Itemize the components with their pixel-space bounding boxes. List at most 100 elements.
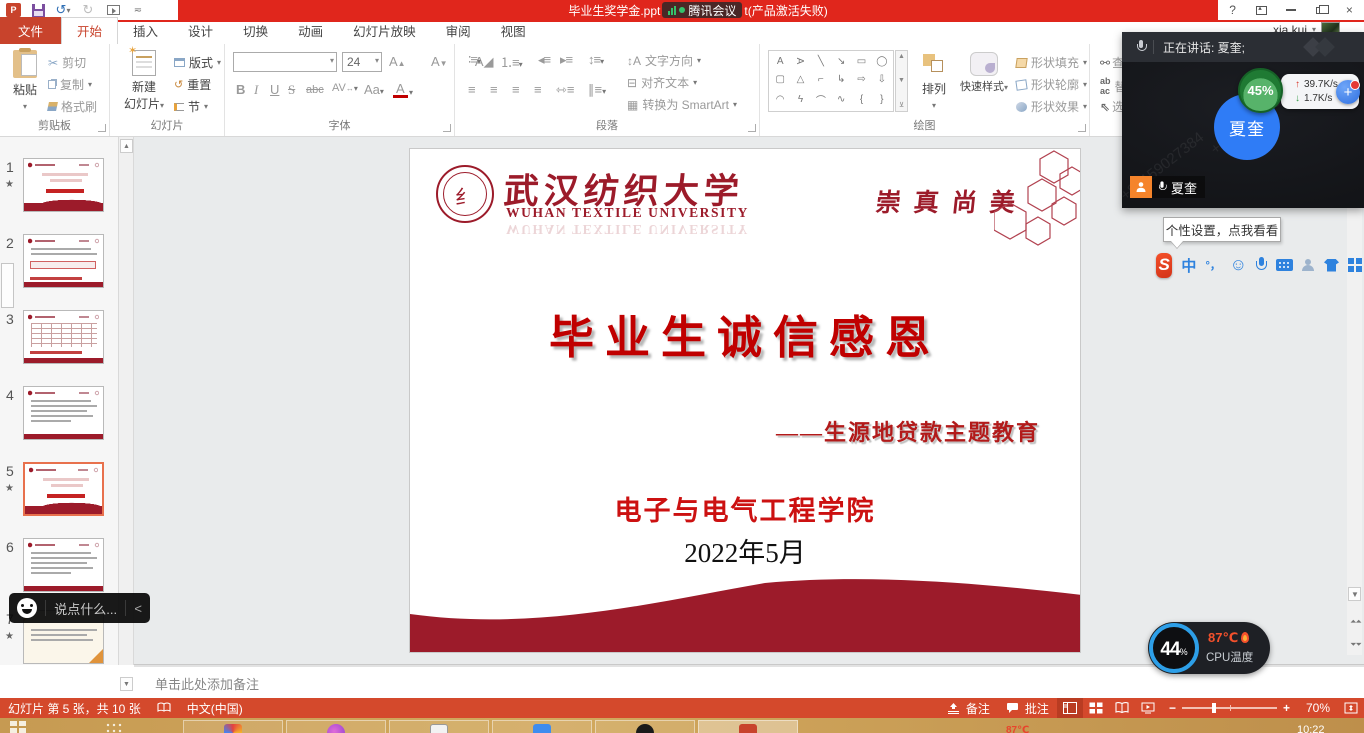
shape-fill-button[interactable]: 形状填充▾ — [1016, 54, 1087, 71]
taskbar-search-icon[interactable] — [105, 722, 123, 733]
shape-line[interactable]: ╲ — [811, 52, 831, 70]
minimize-button[interactable] — [1276, 0, 1305, 20]
help-button[interactable]: ? — [1218, 0, 1247, 20]
ime-toolbox-icon[interactable] — [1348, 255, 1362, 275]
numbering-button[interactable]: ⒈≡▾ — [497, 52, 525, 71]
shape-outline-button[interactable]: 形状轮廓▾ — [1016, 76, 1087, 93]
shape-right-brace[interactable]: } — [872, 88, 892, 110]
slide-thumbnail-3[interactable] — [23, 310, 104, 364]
slide-date[interactable]: 2022年5月 — [410, 531, 1080, 570]
align-left-button[interactable]: ≡ — [465, 82, 479, 97]
ime-keyboard-icon[interactable] — [1276, 255, 1293, 275]
taskbar-app-5[interactable] — [595, 720, 695, 733]
ime-typing-stats-icon[interactable] — [1302, 255, 1315, 275]
view-slideshow-button[interactable] — [1135, 698, 1161, 718]
justify-button[interactable]: ≡ — [531, 82, 545, 97]
copy-button[interactable]: 复制▾ — [48, 76, 92, 93]
language-indicator[interactable]: 中文(中国) — [179, 698, 251, 718]
shape-down-arrow[interactable]: ⇩ — [872, 70, 892, 88]
font-color-caret[interactable]: ▾ — [409, 88, 413, 97]
ime-emoji-icon[interactable]: ☺ — [1230, 255, 1247, 275]
align-center-button[interactable]: ≡ — [487, 82, 501, 97]
shape-arrow[interactable]: ↘ — [831, 52, 851, 70]
tab-开始[interactable]: 开始 — [61, 17, 118, 44]
fit-to-window-button[interactable] — [1338, 698, 1364, 718]
taskbar-clock[interactable]: 10:22 — [1297, 724, 1325, 733]
slide-canvas[interactable]: 武汉纺织大学 WUHAN TEXTILE UNIVERSITY WUHAN TE… — [409, 148, 1081, 653]
view-normal-button[interactable] — [1057, 698, 1083, 718]
shape-vertical-text-box[interactable]: A — [791, 51, 809, 71]
zoom-thumb[interactable] — [1212, 703, 1216, 713]
columns-button[interactable]: ∥≡▾ — [585, 82, 609, 98]
shape-rounded-rectangle[interactable]: ▢ — [770, 70, 790, 88]
paragraph-dialog-launcher[interactable] — [748, 124, 756, 132]
ribbon-display-options-button[interactable] — [1247, 0, 1276, 20]
line-spacing-button[interactable]: ↕≡▾ — [585, 52, 606, 67]
slide-thumbnail-6[interactable] — [23, 538, 104, 592]
ime-voice-icon[interactable] — [1256, 255, 1267, 275]
distribute-button[interactable]: ⇿≡ — [553, 82, 577, 98]
arrange-button[interactable]: 排列▾ — [912, 52, 956, 111]
underline-button[interactable]: U — [267, 82, 282, 97]
tab-设计[interactable]: 设计 — [173, 18, 228, 44]
convert-smartart-button[interactable]: ▦转换为 SmartArt▾ — [627, 96, 737, 113]
restore-button[interactable] — [1306, 0, 1335, 20]
start-button[interactable] — [10, 721, 26, 733]
taskbar-app-2[interactable] — [286, 720, 386, 733]
shape-gallery-scrollbar[interactable]: ▲▼⊻ — [895, 50, 908, 112]
font-name-input[interactable] — [233, 52, 337, 72]
slide-thumbnail-1[interactable] — [23, 158, 104, 212]
spellcheck-button[interactable] — [149, 698, 179, 718]
character-spacing-button[interactable]: AV↔▾ — [329, 82, 361, 94]
clipboard-dialog-launcher[interactable] — [98, 124, 106, 132]
bullets-button[interactable]: ∶≡▾ — [465, 52, 483, 68]
zoom-in-button[interactable]: + — [1283, 701, 1290, 715]
quick-styles-button[interactable]: 快速样式▾ — [958, 52, 1010, 94]
slide-subtitle[interactable]: ——生源地贷款主题教育 — [410, 415, 1040, 447]
change-case-button[interactable]: Aa▾ — [361, 82, 387, 97]
save-button[interactable] — [30, 3, 46, 18]
slide-thumbnail-5[interactable] — [23, 462, 104, 516]
shape-triangle[interactable]: △ — [790, 70, 810, 88]
cpu-monitor-widget[interactable]: 44 % 87℃ CPU温度 — [1148, 622, 1270, 674]
section-button[interactable]: 节▾ — [174, 98, 208, 115]
shape-effects-button[interactable]: 形状效果▾ — [1016, 98, 1087, 115]
paste-button[interactable]: 粘贴▾ — [6, 50, 44, 112]
slide-thumbnail-2[interactable] — [23, 234, 104, 288]
shape-elbow-arrow-connector[interactable]: ↳ — [831, 70, 851, 88]
accelerate-ball-button[interactable]: + — [1336, 80, 1360, 104]
italic-button[interactable]: I — [251, 82, 261, 98]
align-right-button[interactable]: ≡ — [509, 82, 523, 97]
shape-rectangle[interactable]: ▭ — [851, 52, 871, 70]
tab-切换[interactable]: 切换 — [228, 18, 283, 44]
zoom-track[interactable] — [1182, 707, 1277, 709]
reset-button[interactable]: ↺重置 — [174, 76, 211, 93]
microphone-icon[interactable] — [1136, 40, 1146, 54]
font-dialog-launcher[interactable] — [443, 124, 451, 132]
shape-elbow-connector[interactable]: ⌐ — [811, 70, 831, 88]
text-direction-button[interactable]: ↕A文字方向▾ — [627, 52, 701, 69]
tab-插入[interactable]: 插入 — [118, 18, 173, 44]
taskbar-app-3[interactable] — [389, 720, 489, 733]
taskbar-app-powerpoint[interactable] — [698, 720, 798, 733]
slide-thumbnail-4[interactable] — [23, 386, 104, 440]
align-text-button[interactable]: ⊟对齐文本▾ — [627, 74, 697, 91]
thumb-scroll-down-button[interactable]: ▼ — [120, 677, 133, 691]
tab-幻灯片放映[interactable]: 幻灯片放映 — [338, 18, 431, 44]
font-size-input[interactable] — [342, 52, 382, 72]
undo-button[interactable]: ↺▾ — [55, 3, 71, 18]
ime-mode-chinese[interactable]: 中 — [1181, 255, 1196, 275]
start-slideshow-button[interactable] — [105, 3, 121, 18]
meeting-overlay[interactable]: 正在讲话: 夏奎; +86159027384 +86159027384 夏奎 夏… — [1122, 32, 1364, 208]
shape-oval[interactable]: ◯ — [872, 52, 892, 70]
slide-department[interactable]: 电子与电气工程学院 — [410, 489, 1080, 528]
thumbnail-scrollbar[interactable]: ▲ ▼ — [119, 137, 134, 665]
cut-button[interactable]: ✂剪切 — [48, 54, 86, 71]
zoom-out-button[interactable]: − — [1169, 701, 1176, 715]
redo-button[interactable]: ↻ — [80, 3, 96, 18]
shape-left-brace[interactable]: { — [851, 88, 871, 110]
slide-scrollbar[interactable] — [1347, 140, 1362, 655]
zoom-level[interactable]: 70% — [1298, 698, 1338, 718]
view-reading-button[interactable] — [1109, 698, 1135, 718]
layout-button[interactable]: 版式▾ — [174, 54, 221, 71]
